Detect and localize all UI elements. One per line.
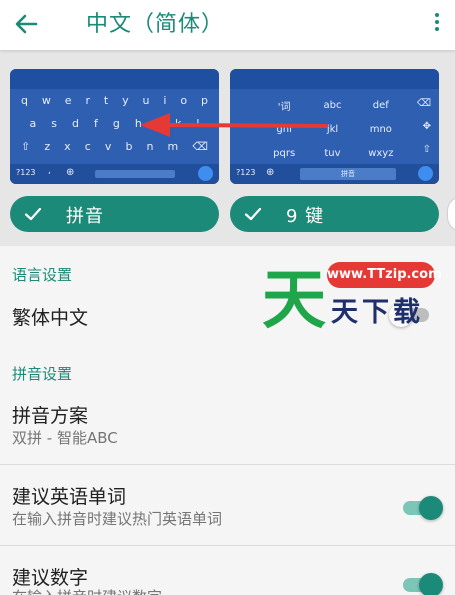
key: def — [372, 99, 389, 111]
key: h — [134, 117, 142, 130]
back-arrow-icon[interactable] — [10, 8, 42, 40]
key: l — [196, 117, 200, 130]
key: k — [174, 117, 182, 130]
key: jkl — [326, 123, 339, 135]
key: z — [44, 140, 51, 153]
space-key — [95, 170, 175, 178]
comma-key: , — [48, 166, 51, 176]
nine-key-keyboard-preview[interactable]: '词 abc def ghi jkl mno pqrs tuv wxyz ⌫ ✥… — [230, 69, 439, 184]
move-cursor-icon: ✥ — [422, 121, 431, 132]
key: x — [64, 140, 71, 153]
globe-icon: ⊕ — [66, 167, 75, 178]
symbols-key: ?123 — [16, 168, 36, 177]
section-header-language: 语言设置 — [12, 266, 73, 284]
section-header-pinyin: 拼音设置 — [12, 365, 73, 383]
backspace-key: ⌫ — [192, 140, 208, 153]
key: n — [146, 140, 154, 153]
key: f — [94, 117, 98, 130]
key: g — [112, 117, 120, 130]
app-bar: 中文（简体） — [0, 0, 455, 50]
watermark-logo: 天 — [262, 264, 326, 338]
layout-option-label: 拼音 — [66, 206, 104, 227]
keyboard-row-3: ⇧ z x c v b n m ⌫ — [10, 140, 219, 153]
key: q — [20, 94, 28, 107]
layout-option-nine-key[interactable]: 9 键 — [230, 196, 439, 232]
key: c — [84, 140, 91, 153]
key: u — [142, 94, 150, 107]
key: w — [41, 94, 51, 107]
shift-key: ⇧ — [21, 140, 31, 153]
key: p — [201, 94, 209, 107]
key: b — [125, 140, 133, 153]
key: tuv — [324, 147, 341, 159]
key: abc — [323, 99, 342, 111]
key: i — [163, 94, 167, 107]
nine-key-grid: '词 abc def ghi jkl mno pqrs tuv wxyz — [260, 93, 405, 165]
key: r — [85, 94, 90, 107]
pinyin-scheme-title[interactable]: 拼音方案 — [12, 401, 88, 428]
check-icon — [244, 207, 262, 221]
key: j — [156, 117, 160, 130]
key: v — [104, 140, 112, 153]
backspace-icon: ⌫ — [416, 98, 431, 109]
space-key: 拼音 — [300, 168, 396, 180]
keyboard-bottom-bar: ?123 ⊕ 拼音 — [230, 164, 439, 184]
key: s — [51, 117, 57, 130]
pinyin-scheme-value: 双拼 - 智能ABC — [12, 429, 118, 447]
divider — [0, 545, 455, 546]
enter-key-icon — [198, 166, 213, 181]
layout-option-label: 9 键 — [286, 206, 325, 227]
layout-option-pinyin[interactable]: 拼音 — [10, 196, 219, 232]
key: t — [103, 94, 109, 107]
key: e — [64, 94, 72, 107]
keyboard-row-2: a s d f g h j k l — [10, 117, 219, 130]
traditional-chinese-title[interactable]: 繁体中文 — [12, 303, 88, 330]
key: y — [122, 94, 129, 107]
suggest-english-switch[interactable] — [403, 496, 443, 520]
key: a — [29, 117, 37, 130]
key: ghi — [276, 123, 292, 135]
key: pqrs — [273, 147, 296, 159]
key: wxyz — [368, 147, 394, 159]
symbols-key: ?123 — [236, 168, 256, 177]
suggest-numbers-switch[interactable] — [403, 573, 443, 595]
key: d — [72, 117, 79, 130]
divider — [0, 464, 455, 465]
suggest-english-subtitle: 在输入拼音时建议热门英语单词 — [12, 510, 223, 528]
keyboard-bottom-bar: ?123 , ⊕ — [10, 164, 219, 184]
key: mno — [369, 123, 392, 135]
watermark-url: www.TTzip.com — [327, 262, 442, 288]
qwerty-keyboard-preview[interactable]: q w e r t y u i o p a s d f g h j k l ⇧ … — [10, 69, 219, 184]
enter-key-icon — [418, 166, 433, 181]
key: o — [180, 94, 188, 107]
shift-icon: ⇧ — [422, 144, 431, 155]
key: '词 — [277, 101, 291, 113]
watermark-text: 天下载 — [331, 297, 424, 328]
globe-icon: ⊕ — [266, 167, 275, 178]
overflow-menu-icon[interactable] — [427, 10, 447, 40]
layout-option-next[interactable] — [447, 196, 455, 232]
keyboard-layout-carousel[interactable]: q w e r t y u i o p a s d f g h j k l ⇧ … — [0, 50, 455, 246]
suggest-numbers-subtitle: 在输入拼音时建议数字 — [12, 586, 162, 595]
page-title: 中文（简体） — [86, 12, 225, 37]
suggest-english-title[interactable]: 建议英语单词 — [12, 482, 126, 509]
keyboard-row-1: q w e r t y u i o p — [10, 94, 219, 107]
check-icon — [24, 207, 42, 221]
key: m — [167, 140, 179, 153]
